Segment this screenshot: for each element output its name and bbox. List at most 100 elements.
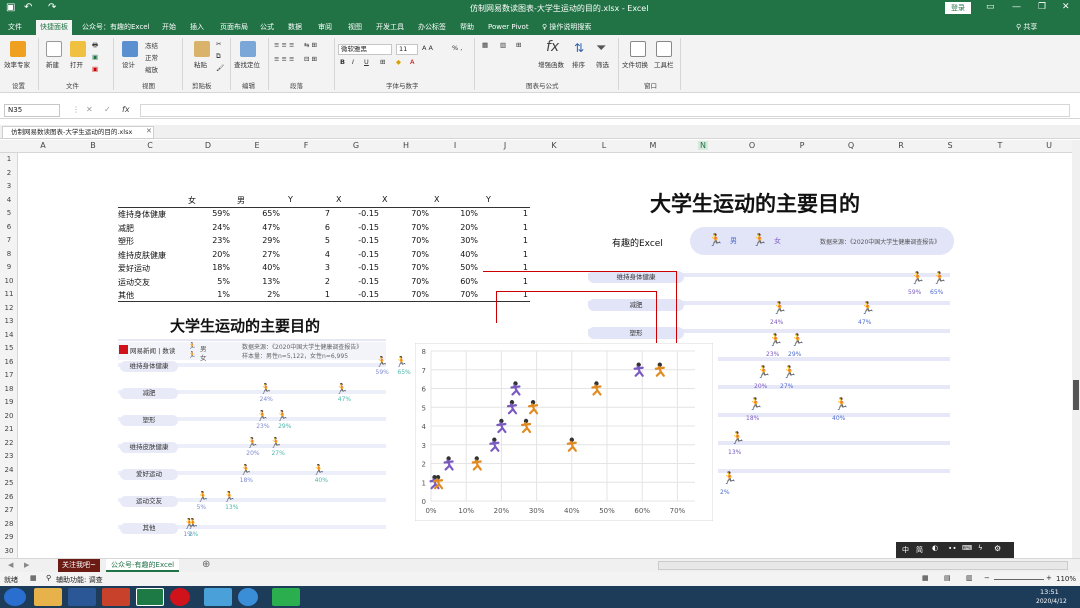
float-moon-icon[interactable]: ◐ [932, 544, 938, 552]
zoom-slider[interactable] [994, 579, 1044, 580]
row-header[interactable]: 12 [0, 304, 18, 312]
scroll-thumb[interactable] [1073, 380, 1079, 410]
tab-quick-panel[interactable]: 快捷面板 [36, 20, 72, 35]
minimize-icon[interactable]: — [1012, 2, 1021, 12]
freeze-button[interactable]: 冻结 [145, 40, 158, 50]
normal-button[interactable]: 正常 [145, 52, 158, 62]
row-header[interactable]: 28 [0, 520, 18, 528]
close-icon[interactable]: ✕ [1062, 2, 1070, 12]
ribbon-options-icon[interactable]: ▭ [986, 2, 995, 12]
row-header[interactable]: 13 [0, 317, 18, 325]
scatter-chart[interactable]: 0 1 2 3 4 5 6 7 8 0% 10% 20% 30% 40% 50% 60% 70% [415, 343, 713, 521]
row-header[interactable]: 1 [0, 155, 18, 163]
chart-icon[interactable]: ▥ [500, 41, 506, 49]
column-header[interactable]: O [747, 141, 757, 150]
row-header[interactable]: 9 [0, 263, 18, 271]
row-header[interactable]: 22 [0, 439, 18, 447]
toolbar-button[interactable]: 工具栏 [654, 59, 674, 69]
column-header[interactable]: B [88, 141, 98, 150]
row-header[interactable]: 23 [0, 452, 18, 460]
save-as-icon[interactable]: ▣ [92, 53, 98, 61]
column-header[interactable]: A [38, 141, 48, 150]
wrap-text-icon[interactable]: ⇆ ⊞ [304, 41, 317, 49]
copy-icon[interactable]: ⧉ [216, 52, 221, 61]
design-icon[interactable] [122, 41, 138, 57]
page-break-icon[interactable]: ▥ [966, 574, 973, 582]
font-grow-icon[interactable]: A A [422, 44, 433, 52]
column-header[interactable]: H [401, 141, 411, 150]
maximize-icon[interactable]: ❐ [1038, 2, 1046, 12]
pivot-icon[interactable]: ⊞ [516, 41, 521, 49]
accessibility-icon[interactable]: ⚲ [46, 574, 51, 582]
enter-icon[interactable]: ✓ [104, 105, 111, 114]
tab-insert[interactable]: 插入 [186, 20, 208, 35]
name-box[interactable]: N35 [4, 104, 60, 117]
column-header[interactable]: J [500, 141, 510, 150]
app-icon[interactable] [204, 588, 232, 606]
close-file-icon[interactable]: ▣ [92, 65, 98, 73]
column-header[interactable]: D [203, 141, 213, 150]
tab-home[interactable]: 开始 [158, 20, 180, 35]
format-painter-icon[interactable]: 🖌 [216, 64, 224, 72]
enhanced-function-button[interactable]: 增强函数 [538, 59, 564, 69]
column-header[interactable]: E [252, 141, 262, 150]
zoom-level[interactable]: 110% [1056, 575, 1076, 583]
row-header[interactable]: 4 [0, 196, 18, 204]
float-keyboard-icon[interactable]: ⌨ [962, 544, 972, 552]
row-header[interactable]: 29 [0, 533, 18, 541]
float-bolt-icon[interactable]: ϟ [978, 544, 983, 552]
tab-office-tab[interactable]: 办公标签 [414, 20, 450, 35]
align-left-icon[interactable]: ≡ ≡ ≡ [274, 55, 294, 63]
filter-icon[interactable]: ⏷ [596, 41, 612, 57]
page-layout-icon[interactable]: ▤ [944, 574, 951, 582]
row-header[interactable]: 15 [0, 344, 18, 352]
paste-button[interactable]: 粘贴 [194, 59, 207, 69]
sort-az-icon[interactable]: ⇅ [574, 41, 590, 57]
tab-review[interactable]: 审阅 [314, 20, 336, 35]
percent-icon[interactable]: % , [452, 44, 462, 52]
font-size-select[interactable]: 11 [396, 44, 418, 55]
browser-icon[interactable] [238, 588, 258, 606]
float-settings-icon[interactable]: ⚙ [994, 544, 1001, 553]
new-file-icon[interactable] [46, 41, 62, 57]
horizontal-scrollbar[interactable] [658, 561, 1068, 570]
tab-power-pivot[interactable]: Power Pivot [484, 20, 533, 35]
sheet-tab-follow[interactable]: 关注我吧~ [58, 559, 100, 572]
row-header[interactable]: 14 [0, 331, 18, 339]
new-button[interactable]: 新建 [46, 59, 59, 69]
tab-page-layout[interactable]: 页面布局 [216, 20, 252, 35]
file-explorer-icon[interactable] [34, 588, 62, 606]
file-switch-button[interactable]: 文件切换 [622, 59, 648, 69]
sheet-tab-active[interactable]: 公众号-有趣的Excel [106, 559, 180, 572]
music-icon[interactable] [170, 588, 190, 606]
column-header[interactable]: Q [846, 141, 856, 150]
row-header[interactable]: 6 [0, 223, 18, 231]
start-icon[interactable] [4, 588, 26, 606]
design-button[interactable]: 设计 [122, 59, 135, 69]
column-header[interactable]: I [450, 141, 460, 150]
float-simplified-button[interactable]: 简 [916, 545, 923, 555]
macro-icon[interactable]: ▦ [30, 574, 37, 582]
column-header[interactable]: C [145, 141, 155, 150]
word-icon[interactable] [68, 588, 96, 606]
powerpoint-icon[interactable] [102, 588, 130, 606]
column-header[interactable]: P [797, 141, 807, 150]
tab-file[interactable]: 文件 [4, 20, 26, 35]
find-locate-button[interactable]: 查找定位 [234, 59, 260, 69]
efficiency-expert-button[interactable]: 效率专家 [4, 59, 30, 69]
merge-icon[interactable]: ⊟ ⊞ [304, 55, 317, 63]
paste-icon[interactable] [194, 41, 210, 57]
toolbar-icon[interactable] [656, 41, 672, 57]
share-button[interactable]: ⚲ 共享 [1012, 20, 1041, 35]
next-sheet-icon[interactable]: ▶ [24, 561, 29, 569]
tab-help[interactable]: 帮助 [456, 20, 478, 35]
tab-formulas[interactable]: 公式 [256, 20, 278, 35]
wechat-icon[interactable] [272, 588, 300, 606]
save-icon[interactable]: ▣ [6, 2, 15, 13]
tab-official-account[interactable]: 公众号：有趣的Excel [78, 20, 154, 35]
open-button[interactable]: 打开 [70, 59, 83, 69]
row-header[interactable]: 30 [0, 547, 18, 555]
file-tab[interactable]: 仿制网易数读图表-大学生运动的目的.xlsx [2, 126, 154, 139]
row-header[interactable]: 21 [0, 425, 18, 433]
zoom-out-icon[interactable]: − [984, 574, 990, 582]
